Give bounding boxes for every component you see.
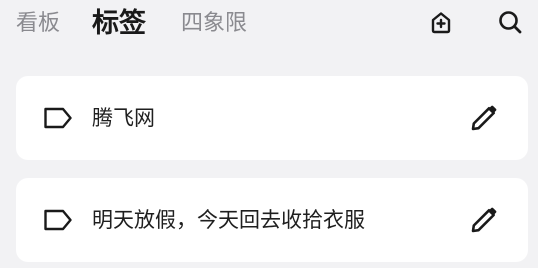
tag-icon [42, 208, 74, 232]
search-icon[interactable] [496, 8, 524, 36]
tag-icon [42, 106, 74, 130]
pencil-icon[interactable] [468, 102, 500, 134]
header: 看板 标签 四象限 [0, 0, 538, 52]
tag-label: 腾飞网 [92, 106, 155, 130]
tab-tags[interactable]: 标签 [92, 6, 146, 42]
add-home-icon[interactable] [427, 8, 455, 36]
pencil-icon[interactable] [468, 204, 500, 236]
tag-card[interactable]: 明天放假，今天回去收拾衣服 [16, 178, 528, 262]
tag-label: 明天放假，今天回去收拾衣服 [92, 208, 365, 232]
tag-card[interactable]: 腾飞网 [16, 76, 528, 160]
tab-board[interactable]: 看板 [16, 6, 60, 42]
tab-quadrant[interactable]: 四象限 [181, 6, 247, 42]
